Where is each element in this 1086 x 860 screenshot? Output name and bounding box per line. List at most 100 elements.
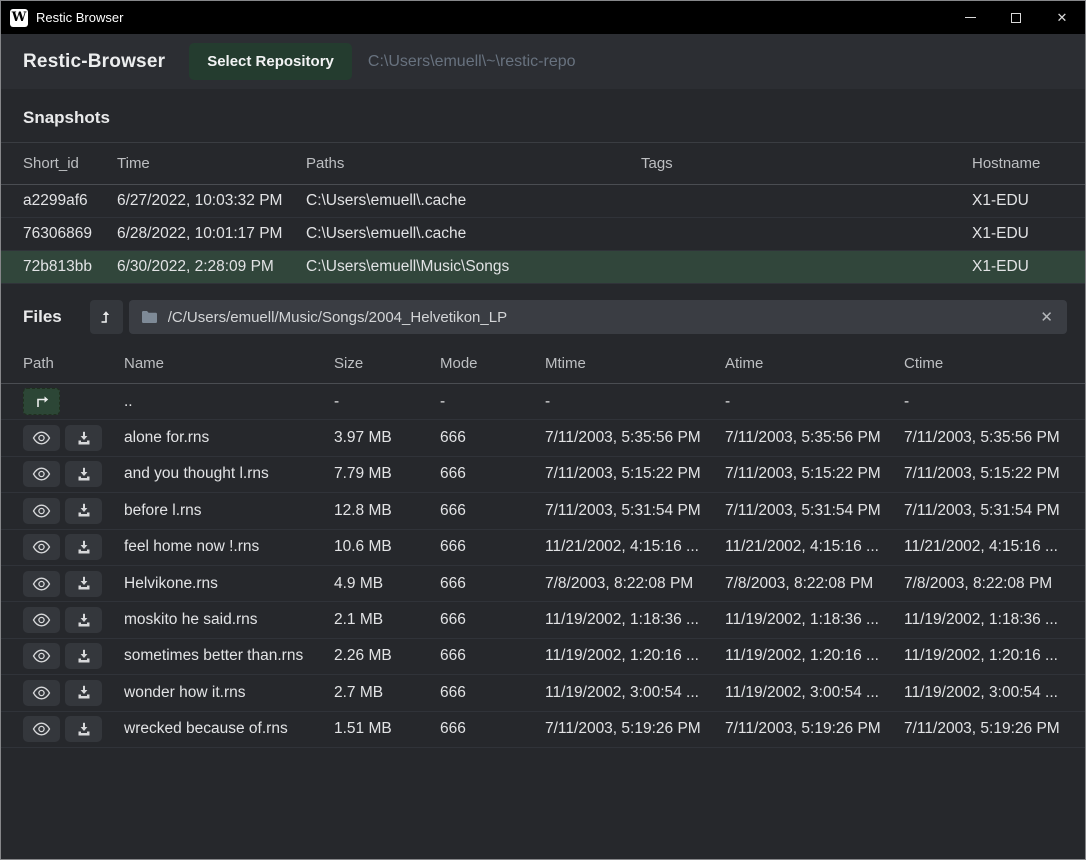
preview-file-button[interactable] — [23, 534, 60, 560]
snapshot-cell-hostname: X1-EDU — [972, 192, 1085, 210]
download-icon — [76, 503, 92, 518]
download-icon — [76, 685, 92, 700]
download-file-button[interactable] — [65, 534, 102, 560]
clear-path-button[interactable]: ✕ — [1038, 310, 1055, 325]
file-cell-ctime: 11/19/2002, 3:00:54 ... — [904, 684, 1085, 702]
preview-file-button[interactable] — [23, 716, 60, 742]
folder-icon — [141, 310, 158, 324]
file-cell-name: Helvikone.rns — [124, 575, 334, 593]
eye-icon — [32, 504, 51, 518]
download-file-button[interactable] — [65, 461, 102, 487]
file-cell-mtime: 11/19/2002, 1:20:16 ... — [545, 647, 725, 665]
file-cell-actions — [23, 388, 124, 415]
eye-icon — [32, 722, 51, 736]
preview-file-button[interactable] — [23, 643, 60, 669]
download-file-button[interactable] — [65, 607, 102, 633]
download-file-button[interactable] — [65, 571, 102, 597]
snapshot-cell-paths: C:\Users\emuell\.cache — [306, 225, 641, 243]
preview-file-button[interactable] — [23, 461, 60, 487]
column-header-mtime: Mtime — [545, 355, 725, 372]
preview-file-button[interactable] — [23, 680, 60, 706]
download-icon — [76, 467, 92, 482]
download-icon — [76, 722, 92, 737]
download-file-button[interactable] — [65, 498, 102, 524]
file-cell-atime: 11/19/2002, 1:20:16 ... — [725, 647, 904, 665]
file-row: alone for.rns3.97 MB6667/11/2003, 5:35:5… — [1, 420, 1085, 456]
file-cell-actions — [23, 571, 124, 597]
file-cell-atime: 7/11/2003, 5:19:26 PM — [725, 720, 904, 738]
files-table-body: ..-----alone for.rns3.97 MB6667/11/2003,… — [1, 384, 1085, 748]
maximize-button[interactable] — [993, 1, 1039, 34]
file-cell-atime: 11/19/2002, 3:00:54 ... — [725, 684, 904, 702]
column-header-short-id: Short_id — [23, 155, 117, 172]
file-cell-actions — [23, 534, 124, 560]
snapshot-cell-time: 6/27/2022, 10:03:32 PM — [117, 192, 306, 210]
download-file-button[interactable] — [65, 680, 102, 706]
column-header-size: Size — [334, 355, 440, 372]
current-path-bar[interactable]: /C/Users/emuell/Music/Songs/2004_Helveti… — [129, 300, 1067, 334]
file-row: wonder how it.rns2.7 MB66611/19/2002, 3:… — [1, 675, 1085, 711]
file-cell-actions — [23, 425, 124, 451]
file-cell-size: 7.79 MB — [334, 465, 440, 483]
file-cell-size: 12.8 MB — [334, 502, 440, 520]
maximize-icon — [1011, 13, 1021, 23]
file-cell-atime: 7/11/2003, 5:31:54 PM — [725, 502, 904, 520]
file-cell-name: .. — [124, 393, 334, 411]
snapshot-cell-short_id: 76306869 — [23, 225, 117, 243]
snapshot-cell-hostname: X1-EDU — [972, 225, 1085, 243]
file-cell-actions — [23, 680, 124, 706]
file-cell-size: 4.9 MB — [334, 575, 440, 593]
file-row: moskito he said.rns2.1 MB66611/19/2002, … — [1, 602, 1085, 638]
download-file-button[interactable] — [65, 643, 102, 669]
close-icon: ✕ — [1057, 11, 1068, 24]
preview-file-button[interactable] — [23, 571, 60, 597]
snapshot-row[interactable]: a2299af66/27/2022, 10:03:32 PMC:\Users\e… — [1, 185, 1085, 218]
file-cell-mode: 666 — [440, 575, 545, 593]
files-heading: Files — [23, 307, 62, 327]
column-header-atime: Atime — [725, 355, 904, 372]
app-window: W Restic Browser ✕ Restic-Browser Select… — [0, 0, 1086, 860]
preview-file-button[interactable] — [23, 425, 60, 451]
file-cell-size: 1.51 MB — [334, 720, 440, 738]
file-cell-name: alone for.rns — [124, 429, 334, 447]
snapshot-cell-time: 6/30/2022, 2:28:09 PM — [117, 258, 306, 276]
minimize-button[interactable] — [947, 1, 993, 34]
file-cell-name: before l.rns — [124, 502, 334, 520]
file-cell-mtime: 11/19/2002, 3:00:54 ... — [545, 684, 725, 702]
file-row: Helvikone.rns4.9 MB6667/8/2003, 8:22:08 … — [1, 566, 1085, 602]
download-icon — [76, 613, 92, 628]
file-row: before l.rns12.8 MB6667/11/2003, 5:31:54… — [1, 493, 1085, 529]
close-button[interactable]: ✕ — [1039, 1, 1085, 34]
file-cell-mtime: 7/8/2003, 8:22:08 PM — [545, 575, 725, 593]
select-repository-button[interactable]: Select Repository — [189, 43, 352, 80]
app-name: Restic-Browser — [23, 51, 165, 73]
snapshot-row[interactable]: 72b813bb6/30/2022, 2:28:09 PMC:\Users\em… — [1, 251, 1085, 284]
download-icon — [76, 576, 92, 591]
eye-icon — [32, 431, 51, 445]
parent-dir-icon — [33, 394, 51, 410]
download-file-button[interactable] — [65, 716, 102, 742]
go-up-button[interactable] — [90, 300, 123, 334]
eye-icon — [32, 467, 51, 481]
snapshot-row[interactable]: 763068696/28/2022, 10:01:17 PMC:\Users\e… — [1, 218, 1085, 251]
titlebar: W Restic Browser ✕ — [1, 1, 1085, 34]
file-cell-mode: 666 — [440, 465, 545, 483]
snapshot-cell-paths: C:\Users\emuell\Music\Songs — [306, 258, 641, 276]
download-icon — [76, 540, 92, 555]
preview-file-button[interactable] — [23, 607, 60, 633]
file-cell-actions — [23, 643, 124, 669]
file-cell-ctime: 11/19/2002, 1:20:16 ... — [904, 647, 1085, 665]
file-cell-mode: 666 — [440, 647, 545, 665]
file-cell-mode: - — [440, 393, 545, 411]
parent-directory-button[interactable] — [23, 388, 60, 415]
file-cell-name: wonder how it.rns — [124, 684, 334, 702]
file-cell-mtime: 11/19/2002, 1:18:36 ... — [545, 611, 725, 629]
file-cell-mtime: - — [545, 393, 725, 411]
file-cell-actions — [23, 498, 124, 524]
file-cell-atime: - — [725, 393, 904, 411]
file-cell-size: - — [334, 393, 440, 411]
empty-area — [1, 748, 1085, 859]
download-file-button[interactable] — [65, 425, 102, 451]
preview-file-button[interactable] — [23, 498, 60, 524]
file-cell-atime: 7/8/2003, 8:22:08 PM — [725, 575, 904, 593]
